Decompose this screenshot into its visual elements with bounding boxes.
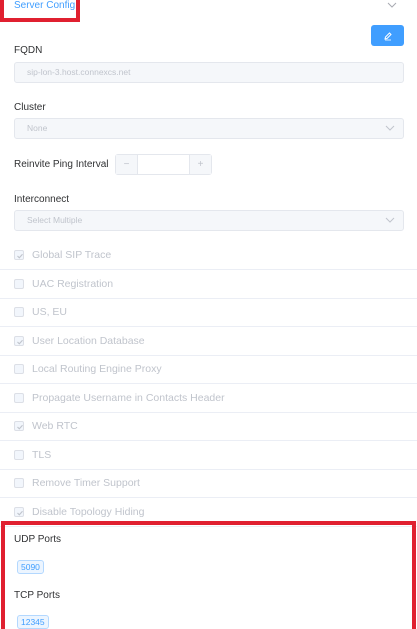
checkbox[interactable] — [14, 506, 24, 517]
cluster-label: Cluster — [14, 102, 46, 113]
fqdn-placeholder: sip-lon-3.host.connexcs.net — [27, 67, 131, 77]
highlight-box — [1, 521, 416, 629]
cluster-value: None — [27, 123, 48, 133]
fqdn-label: FQDN — [14, 45, 43, 56]
option-label: Disable Topology Hiding — [32, 505, 145, 518]
tcp-port-tag[interactable]: 12345 — [17, 615, 49, 629]
option-row[interactable]: US, EU — [0, 299, 417, 327]
chevron-down-icon[interactable] — [386, 0, 398, 10]
option-label: Remove Timer Support — [32, 477, 140, 489]
option-row[interactable]: Remove Timer Support — [0, 470, 417, 498]
option-label: Global SIP Trace — [32, 249, 112, 261]
check-icon — [17, 253, 23, 259]
option-row[interactable]: Propagate Username in Contacts Header — [0, 385, 417, 413]
highlight-box — [0, 0, 80, 22]
option-label: US, EU — [32, 306, 68, 318]
reinvite-stepper[interactable]: − + — [115, 154, 212, 175]
option-label: TLS — [32, 448, 52, 461]
chevron-down-icon — [385, 125, 395, 131]
udp-port-tag[interactable]: 5090 — [17, 560, 44, 574]
checkbox[interactable] — [14, 449, 24, 460]
option-label: Propagate Username in Contacts Header — [32, 391, 225, 404]
interconnect-placeholder: Select Multiple — [27, 215, 83, 225]
option-row[interactable]: TLS — [0, 442, 417, 470]
option-label: UAC Registration — [32, 277, 114, 290]
option-label: User Location Database — [32, 334, 145, 347]
option-row[interactable]: Global SIP Trace — [0, 242, 417, 270]
interconnect-label: Interconnect — [14, 194, 70, 205]
chevron-down-icon — [385, 217, 395, 223]
check-icon — [17, 424, 23, 430]
check-icon — [17, 339, 23, 345]
checkbox[interactable] — [14, 421, 24, 431]
option-row[interactable]: Local Routing Engine Proxy — [0, 356, 417, 384]
checkbox[interactable] — [14, 250, 24, 260]
tcp-ports-label: TCP Ports — [14, 590, 60, 601]
checkbox[interactable] — [14, 278, 24, 289]
checkbox[interactable] — [14, 478, 24, 488]
checkbox[interactable] — [14, 307, 24, 317]
udp-ports-label: UDP Ports — [14, 534, 62, 545]
edit-button[interactable] — [371, 25, 404, 46]
interconnect-select[interactable]: Select Multiple — [14, 210, 404, 231]
checkbox[interactable] — [14, 392, 24, 403]
checkbox[interactable] — [14, 364, 24, 374]
option-row[interactable]: User Location Database — [0, 328, 417, 356]
option-label: Web RTC — [32, 420, 78, 432]
decrement-button[interactable]: − — [116, 155, 138, 174]
cluster-select[interactable]: None — [14, 118, 404, 139]
increment-button[interactable]: + — [189, 155, 211, 174]
reinvite-label: Reinvite Ping Interval — [14, 159, 109, 170]
fqdn-input[interactable]: sip-lon-3.host.connexcs.net — [14, 62, 404, 83]
option-label: Local Routing Engine Proxy — [32, 363, 162, 375]
check-icon — [17, 510, 23, 516]
option-row[interactable]: UAC Registration — [0, 271, 417, 299]
checkbox[interactable] — [14, 335, 24, 346]
pencil-icon — [383, 31, 392, 40]
option-row[interactable]: Web RTC — [0, 413, 417, 441]
